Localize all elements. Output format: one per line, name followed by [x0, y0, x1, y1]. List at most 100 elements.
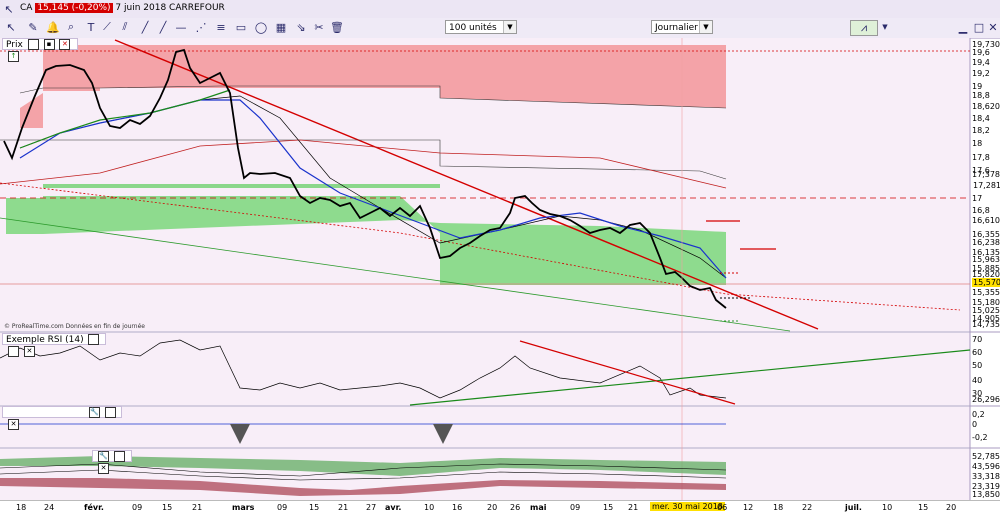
- x-tick-label: 09: [277, 503, 288, 512]
- panel-close-icon[interactable]: ✕: [98, 463, 109, 474]
- x-tick-label: mer. 30 mai 2018: [650, 502, 725, 511]
- x-tick-label: 15: [162, 503, 173, 512]
- axis-tick-label: 43,596: [972, 462, 1000, 471]
- axis-tick-label: 14,735: [972, 320, 1000, 329]
- rsi-panel-bg: [0, 333, 970, 405]
- rsi-panel-label: Exemple RSI (14): [6, 335, 84, 345]
- x-tick-label: 22: [802, 503, 813, 512]
- chart-options-bar: ↖ ✎ 🔔 ⌕ T ⟋ ⫽ ╱ ╱ — ⋰ ≡ ▭ ◯ ▦ ⇘ ✂ 🗑 100 …: [0, 18, 1000, 39]
- panel-close-icon[interactable]: ✕: [23, 346, 35, 357]
- panel-maximize-icon[interactable]: [113, 451, 125, 462]
- chart-toolbar: ↖ CA 15,145 (-0,20%) 7 juin 2018 CARREFO…: [0, 0, 1000, 19]
- x-tick-label: 26: [510, 503, 521, 512]
- panel-minimize-icon[interactable]: [27, 39, 39, 50]
- pointer-icon[interactable]: ↖: [2, 2, 16, 16]
- period-select[interactable]: Journalier ▼: [651, 20, 713, 34]
- x-tick-label: mai: [530, 503, 547, 512]
- axis-tick-label: 17: [972, 194, 983, 203]
- x-tick-label: 10: [424, 503, 435, 512]
- panel-minimize-icon[interactable]: [88, 334, 100, 345]
- price-panel-label: Prix: [6, 40, 23, 50]
- rectangle-icon[interactable]: ▭: [234, 20, 248, 34]
- line-tool-icon[interactable]: ╱: [138, 20, 152, 34]
- price-axis: 19,730 19,6 19,4 19,2 19 18,8 18,620 18,4 18,2 18…: [970, 38, 1000, 331]
- axis-tick-label: 50: [972, 361, 983, 370]
- x-tick-label: 24: [44, 503, 55, 512]
- x-tick-label: 21: [338, 503, 349, 512]
- ray-tool-icon[interactable]: ╱: [156, 20, 170, 34]
- rsi-panel-header: Exemple RSI (14) ✕: [2, 333, 106, 357]
- axis-tick-label: 33,318: [972, 472, 1000, 481]
- axis-tick-label: 17,378: [972, 170, 1000, 179]
- panel-close-icon[interactable]: ✕: [59, 39, 71, 50]
- axis-tick-label: 18,2: [972, 126, 990, 135]
- chart-style-icon[interactable]: ⩘: [850, 20, 878, 36]
- x-tick-label: 15: [918, 503, 929, 512]
- data-source-note: © ProRealTime.com Données en fin de jour…: [4, 323, 145, 330]
- instrument-title: CA 15,145 (-0,20%) 7 juin 2018 CARREFOUR: [20, 3, 225, 13]
- trash-icon[interactable]: 🗑: [330, 20, 344, 34]
- oscillator-axis: 0,2 0 -0,2: [970, 407, 1000, 447]
- maximize-icon[interactable]: □: [972, 20, 986, 34]
- minimize-icon[interactable]: ▁: [956, 20, 970, 34]
- wrench-icon[interactable]: 🔧: [88, 407, 100, 418]
- trendline-icon[interactable]: ⟋: [100, 20, 114, 34]
- axis-tick-label: 0,2: [972, 410, 985, 419]
- axis-tick-label: 19,4: [972, 58, 990, 67]
- period-value: Journalier: [655, 23, 698, 33]
- ellipse-icon[interactable]: ◯: [254, 20, 268, 34]
- axis-tick-label: 19: [972, 82, 983, 91]
- arrow-tool-icon[interactable]: ⇘: [294, 20, 308, 34]
- chevron-down-icon[interactable]: ▼: [878, 20, 892, 34]
- time-axis: 18 24 févr. 09 15 21 mars 09 15 21 27 avr. 10 16 20 26 m…: [0, 500, 1000, 515]
- x-tick-label: juil.: [845, 503, 862, 512]
- axis-tick-label: 18,620: [972, 102, 1000, 111]
- horizontal-line-icon[interactable]: —: [174, 20, 188, 34]
- axis-tick-label: 18: [972, 139, 983, 148]
- close-icon[interactable]: ✕: [986, 20, 1000, 34]
- x-tick-label: 20: [946, 503, 957, 512]
- price-chart-area[interactable]: [0, 38, 1000, 500]
- axis-tick-label: 13,850: [972, 490, 1000, 499]
- wrench-icon[interactable]: 🔧: [98, 451, 109, 462]
- axis-tick-label: 40: [972, 376, 983, 385]
- text-tool-icon[interactable]: T: [84, 20, 98, 34]
- panel-maximize-icon[interactable]: ▪: [43, 39, 55, 50]
- grid-icon[interactable]: ▦: [274, 20, 288, 34]
- axis-tick-label: 15,963: [972, 255, 1000, 264]
- fibonacci-icon[interactable]: ≡: [214, 20, 228, 34]
- quantity-value: 100 unités: [449, 23, 497, 33]
- axis-tick-label: 60: [972, 348, 983, 357]
- axis-tick-label: 17,281: [972, 181, 1000, 190]
- magnet-icon[interactable]: ✂: [312, 20, 326, 34]
- panel-up-icon[interactable]: ↑: [8, 51, 19, 62]
- chevron-down-icon: ▼: [699, 21, 712, 33]
- zoom-icon[interactable]: ⌕: [64, 20, 78, 34]
- x-tick-label: févr.: [84, 503, 104, 512]
- x-tick-label: 18: [16, 503, 27, 512]
- cursor-tool-icon[interactable]: ↖: [4, 20, 18, 34]
- volume-axis: 52,785 43,596 33,318 23,319 13,850: [970, 449, 1000, 500]
- chevron-down-icon: ▼: [503, 21, 516, 33]
- axis-tick-label: 19,2: [972, 69, 990, 78]
- alert-bell-icon[interactable]: 🔔: [46, 20, 60, 34]
- panel-maximize-icon[interactable]: [104, 407, 116, 418]
- x-tick-label: 15: [309, 503, 320, 512]
- panel-maximize-icon[interactable]: [8, 346, 19, 357]
- volume-panel-header: 🔧 ✕: [92, 450, 132, 474]
- x-tick-label: 12: [743, 503, 754, 512]
- fan-icon[interactable]: ⋰: [194, 20, 208, 34]
- axis-tick-label: 15,570: [972, 278, 1000, 287]
- x-tick-label: 21: [628, 503, 639, 512]
- channel-icon[interactable]: ⫽: [118, 20, 132, 34]
- price-panel-header: Prix ▪ ✕ ↑: [2, 38, 78, 62]
- axis-tick-label: -0,2: [972, 433, 988, 442]
- panel-close-icon[interactable]: ✕: [8, 419, 19, 430]
- axis-tick-label: 17,8: [972, 153, 990, 162]
- axis-tick-label: 52,785: [972, 452, 1000, 461]
- axis-tick-label: 18,8: [972, 91, 990, 100]
- oscillator-panel-header: 🔧 ✕: [2, 406, 122, 430]
- axis-tick-label: 19,6: [972, 48, 990, 57]
- pencil-icon[interactable]: ✎: [26, 20, 40, 34]
- quantity-select[interactable]: 100 unités ▼: [445, 20, 517, 34]
